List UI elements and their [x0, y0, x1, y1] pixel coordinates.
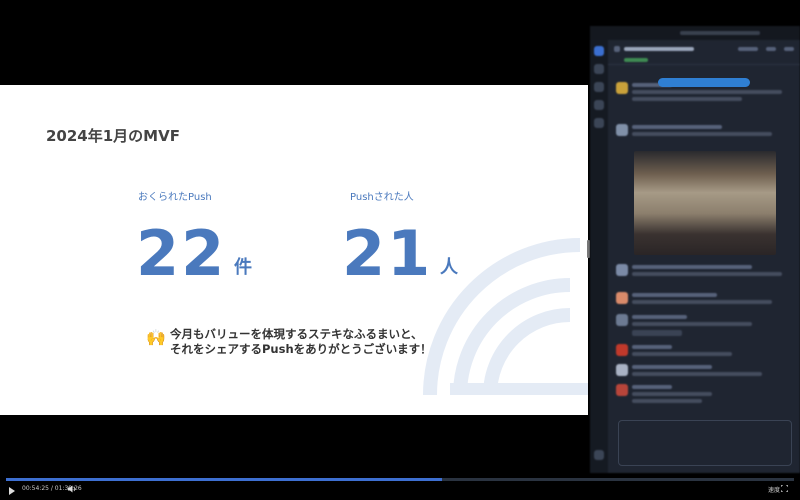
speed-button[interactable]: 速度 — [768, 485, 780, 494]
seek-bar-progress — [6, 478, 442, 481]
channel-name — [624, 47, 694, 51]
play-icon[interactable] — [9, 487, 15, 495]
list-item — [632, 125, 722, 129]
chat-nav-rail[interactable] — [590, 40, 608, 473]
home-icon[interactable] — [594, 64, 604, 74]
seek-bar[interactable] — [6, 478, 794, 481]
logo-watermark — [423, 238, 588, 396]
pushes-sent-value: 22 — [136, 217, 227, 290]
thanks-message-line-1: 今月もバリューを体現するステキなふるまいと、 — [170, 327, 423, 341]
add-icon[interactable] — [594, 450, 604, 460]
list-item — [632, 345, 672, 349]
search-icon — [766, 47, 776, 51]
avatar[interactable] — [616, 124, 628, 136]
members-icon — [738, 47, 758, 51]
people-pushed-label: Pushされた人 — [350, 192, 414, 203]
avatar[interactable] — [616, 292, 628, 304]
tab-badge — [624, 58, 648, 62]
kebab-icon — [784, 47, 794, 51]
pushes-sent-unit: 件 — [234, 257, 252, 278]
list-item — [632, 365, 712, 369]
chat-titlebar — [590, 26, 800, 40]
video-player-controls: 00:54:25 / 01:38:26 速度 — [0, 476, 800, 500]
fullscreen-icon[interactable] — [781, 485, 788, 492]
people-pushed-value: 21 — [342, 217, 433, 290]
avatar[interactable] — [616, 384, 628, 396]
new-messages-pill[interactable] — [658, 78, 750, 87]
volume-icon[interactable] — [68, 485, 77, 493]
activity-icon[interactable] — [594, 100, 604, 110]
slide-title: 2024年1月のMVF — [46, 127, 180, 145]
more-icon[interactable] — [594, 118, 604, 128]
channel-header — [608, 40, 800, 65]
pushes-sent-label: おくられたPush — [138, 192, 212, 203]
list-item — [632, 315, 687, 319]
presentation-slide: 2024年1月のMVF おくられたPush 22 件 Pushされた人 21 人… — [0, 85, 588, 415]
avatar[interactable] — [616, 264, 628, 276]
avatar[interactable] — [616, 364, 628, 376]
raised-hands-emoji: 🙌 — [146, 328, 166, 347]
people-pushed-unit: 人 — [440, 257, 458, 278]
avatar[interactable] — [616, 82, 628, 94]
list-item — [632, 265, 752, 269]
thanks-message-line-2: それをシェアするPushをありがとうございます！ — [170, 342, 432, 356]
hash-icon — [614, 46, 620, 52]
list-item — [632, 385, 672, 389]
avatar[interactable] — [616, 314, 628, 326]
chat-image-attachment[interactable] — [634, 151, 776, 255]
dm-icon[interactable] — [594, 82, 604, 92]
avatar[interactable] — [616, 344, 628, 356]
message-composer[interactable] — [618, 420, 792, 466]
workspace-icon[interactable] — [594, 46, 604, 56]
list-item — [632, 293, 717, 297]
